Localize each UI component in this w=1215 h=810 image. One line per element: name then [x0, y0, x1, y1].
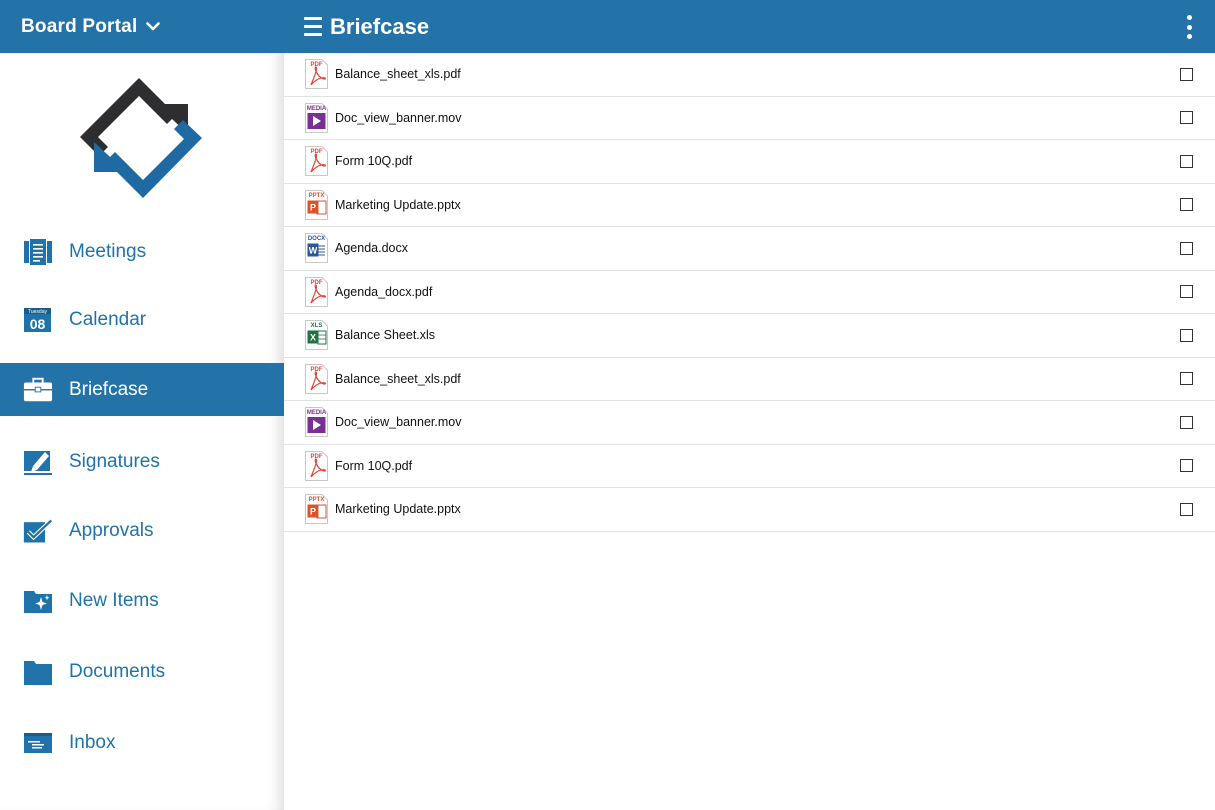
- file-select-checkbox[interactable]: [1180, 459, 1193, 473]
- file-name: Agenda.docx: [335, 241, 408, 256]
- calendar-icon-weekday: Tuesday: [28, 309, 47, 315]
- file-row[interactable]: PDF Balance_sheet_xls.pdf: [284, 358, 1215, 401]
- svg-text:W: W: [309, 246, 318, 256]
- media-file-icon: MEDIA: [305, 407, 328, 437]
- file-name: Balance_sheet_xls.pdf: [335, 371, 461, 386]
- app: Board Portal Meetings Tuesday 08 Calenda…: [0, 0, 1215, 810]
- sidebar-item-inbox[interactable]: Inbox: [0, 716, 284, 769]
- file-name: Form 10Q.pdf: [335, 154, 413, 169]
- sidebar-item-approvals[interactable]: Approvals: [0, 504, 284, 557]
- docx-file-icon: DOCX W: [305, 233, 328, 263]
- pdf-file-icon: PDF: [305, 450, 328, 481]
- file-type-badge: MEDIA: [307, 410, 327, 416]
- pptx-file-icon: PPTX P: [305, 494, 328, 524]
- pptx-file-icon: PPTX P: [305, 189, 328, 220]
- sidebar-item-label: Meetings: [69, 240, 147, 262]
- file-select-checkbox[interactable]: [1180, 241, 1193, 255]
- main-header: Briefcase: [284, 0, 1215, 53]
- svg-text:P: P: [310, 202, 316, 212]
- sidebar-item-label: Signatures: [69, 450, 160, 472]
- pdf-file-icon: PDF: [305, 146, 328, 176]
- file-type-badge: XLS: [311, 323, 323, 329]
- briefcase-icon: [23, 375, 53, 405]
- file-type-badge: DOCX: [308, 236, 325, 242]
- brand-logo: [80, 78, 202, 198]
- file-name: Agenda_docx.pdf: [335, 284, 433, 299]
- calendar-icon: Tuesday 08: [23, 305, 53, 335]
- inbox-icon: [23, 728, 53, 758]
- page-title: Briefcase: [330, 13, 430, 39]
- more-options-icon[interactable]: [1185, 15, 1193, 39]
- meetings-icon: [23, 237, 53, 267]
- file-row[interactable]: DOCX W Agenda.docx: [284, 227, 1215, 271]
- file-select-checkbox[interactable]: [1180, 372, 1193, 386]
- file-row[interactable]: PDF Agenda_docx.pdf: [284, 271, 1215, 314]
- hamburger-menu-icon[interactable]: [304, 17, 322, 36]
- chevron-down-icon: [146, 22, 161, 31]
- signature-icon: [23, 447, 53, 477]
- file-type-badge: MEDIA: [307, 105, 327, 111]
- media-file-icon: MEDIA: [305, 102, 328, 133]
- sidebar-item-label: Briefcase: [69, 378, 149, 400]
- sidebar-item-label: New Items: [69, 589, 159, 611]
- file-name: Form 10Q.pdf: [335, 458, 413, 473]
- file-row[interactable]: PDF Balance_sheet_xls.pdf: [284, 53, 1215, 97]
- portal-switcher[interactable]: Board Portal: [0, 0, 284, 53]
- file-name: Marketing Update.pptx: [335, 502, 461, 517]
- sidebar-item-briefcase[interactable]: Briefcase: [0, 363, 284, 416]
- pdf-file-icon: PDF: [305, 363, 328, 394]
- sidebar-item-new-items[interactable]: New Items: [0, 574, 284, 627]
- file-row[interactable]: MEDIA Doc_view_banner.mov: [284, 401, 1215, 445]
- file-name: Doc_view_banner.mov: [335, 415, 462, 430]
- sidebar-item-meetings[interactable]: Meetings: [0, 225, 284, 278]
- file-row[interactable]: MEDIA Doc_view_banner.mov: [284, 97, 1215, 140]
- file-type-badge: PPTX: [309, 192, 325, 198]
- calendar-icon-day: 08: [30, 316, 46, 332]
- file-row[interactable]: PPTX P Marketing Update.pptx: [284, 184, 1215, 227]
- file-list: PDF Balance_sheet_xls.pdf MEDIA Doc_view_ba…: [284, 53, 1215, 532]
- sidebar-item-label: Calendar: [69, 308, 147, 330]
- sidebar-item-documents[interactable]: Documents: [0, 645, 284, 698]
- sidebar-item-label: Inbox: [69, 731, 116, 753]
- file-select-checkbox[interactable]: [1180, 285, 1193, 299]
- sidebar: Board Portal Meetings Tuesday 08 Calenda…: [0, 0, 284, 810]
- svg-text:P: P: [310, 507, 316, 517]
- sidebar-item-label: Approvals: [69, 519, 154, 541]
- pdf-file-icon: PDF: [305, 276, 328, 307]
- svg-text:X: X: [310, 333, 316, 343]
- xls-file-icon: XLS X: [305, 320, 328, 350]
- file-select-checkbox[interactable]: [1180, 111, 1193, 125]
- portal-title: Board Portal: [21, 15, 138, 37]
- file-row[interactable]: PPTX P Marketing Update.pptx: [284, 488, 1215, 532]
- file-select-checkbox[interactable]: [1180, 67, 1193, 81]
- file-select-checkbox[interactable]: [1180, 502, 1193, 516]
- file-row[interactable]: PDF Form 10Q.pdf: [284, 445, 1215, 488]
- file-name: Balance Sheet.xls: [335, 328, 436, 343]
- sidebar-item-calendar[interactable]: Tuesday 08 Calendar: [0, 293, 284, 346]
- main-panel: Briefcase PDF Balance_sheet_xls.pdf MEDIA D…: [284, 0, 1215, 810]
- sidebar-item-signatures[interactable]: Signatures: [0, 435, 284, 488]
- file-type-badge: PPTX: [309, 497, 325, 503]
- sidebar-item-label: Documents: [69, 660, 166, 682]
- file-row[interactable]: PDF Form 10Q.pdf: [284, 140, 1215, 184]
- new-items-icon: [23, 586, 53, 616]
- file-select-checkbox[interactable]: [1180, 154, 1193, 168]
- approvals-icon: [23, 516, 53, 546]
- file-select-checkbox[interactable]: [1180, 328, 1193, 342]
- file-select-checkbox[interactable]: [1180, 415, 1193, 429]
- file-row[interactable]: XLS X Balance Sheet.xls: [284, 314, 1215, 358]
- pdf-file-icon: PDF: [305, 59, 328, 89]
- file-name: Marketing Update.pptx: [335, 197, 461, 212]
- file-name: Doc_view_banner.mov: [335, 110, 462, 125]
- file-select-checkbox[interactable]: [1180, 198, 1193, 212]
- folder-icon: [23, 657, 53, 687]
- file-name: Balance_sheet_xls.pdf: [335, 67, 461, 82]
